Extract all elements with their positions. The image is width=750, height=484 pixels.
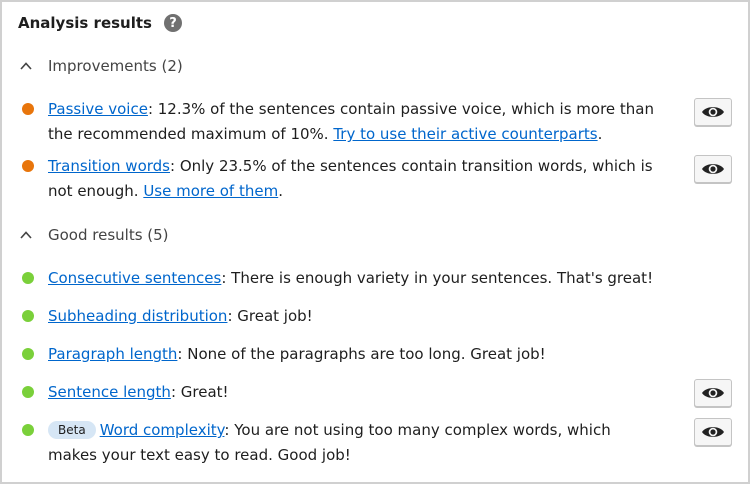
result-text: Transition words: Only 23.5% of the sent… [48, 154, 663, 204]
eye-icon [702, 388, 724, 398]
eye-icon [702, 427, 724, 437]
result-message: : Great! [170, 383, 229, 401]
orange-bullet-icon [22, 160, 34, 172]
improvements-toggle[interactable]: Improvements (2) [18, 57, 183, 75]
green-bullet-icon [22, 310, 34, 322]
passive-voice-link[interactable]: Passive voice [48, 100, 148, 118]
green-bullet-icon [22, 386, 34, 398]
highlight-passive-voice-button[interactable] [694, 98, 732, 126]
panel-title: Analysis results [18, 14, 152, 32]
result-text: Beta Word complexity: You are not using t… [48, 418, 663, 468]
analysis-panel: Analysis results ? Improvements (2) Pass… [0, 0, 750, 484]
green-bullet-icon [22, 348, 34, 360]
result-text: Sentence length: Great! [48, 380, 663, 405]
eye-icon [702, 107, 724, 117]
sentence-length-link[interactable]: Sentence length [48, 383, 171, 401]
result-text: Consecutive sentences: There is enough v… [48, 266, 663, 291]
chevron-up-icon [18, 58, 34, 74]
transition-words-action-link[interactable]: Use more of them [143, 182, 278, 200]
result-text: Subheading distribution: Great job! [48, 304, 663, 329]
result-message: : There is enough variety in your senten… [221, 269, 654, 287]
transition-words-link[interactable]: Transition words [48, 157, 170, 175]
consecutive-sentences-link[interactable]: Consecutive sentences [48, 269, 221, 287]
orange-bullet-icon [22, 103, 34, 115]
result-text: Paragraph length: None of the paragraphs… [48, 342, 663, 367]
subheading-distribution-link[interactable]: Subheading distribution [48, 307, 227, 325]
word-complexity-link[interactable]: Word complexity [100, 421, 225, 439]
green-bullet-icon [22, 424, 34, 436]
highlight-word-complexity-button[interactable] [694, 418, 732, 446]
help-icon[interactable]: ? [163, 14, 182, 32]
chevron-up-icon [18, 227, 34, 243]
result-suffix: . [597, 125, 603, 143]
result-suffix: . [278, 182, 283, 200]
good-results-toggle[interactable]: Good results (5) [18, 226, 169, 244]
highlight-sentence-length-button[interactable] [694, 379, 732, 407]
panel-header: Analysis results ? [18, 14, 182, 32]
highlight-transition-words-button[interactable] [694, 155, 732, 183]
green-bullet-icon [22, 272, 34, 284]
result-message: : None of the paragraphs are too long. G… [177, 345, 546, 363]
paragraph-length-link[interactable]: Paragraph length [48, 345, 177, 363]
result-message: : Great job! [227, 307, 313, 325]
beta-badge: Beta [48, 421, 96, 439]
good-results-label: Good results (5) [48, 226, 169, 244]
eye-icon [702, 164, 724, 174]
improvements-label: Improvements (2) [48, 57, 183, 75]
passive-voice-action-link[interactable]: Try to use their active counterparts [333, 125, 597, 143]
result-text: Passive voice: 12.3% of the sentences co… [48, 97, 663, 147]
